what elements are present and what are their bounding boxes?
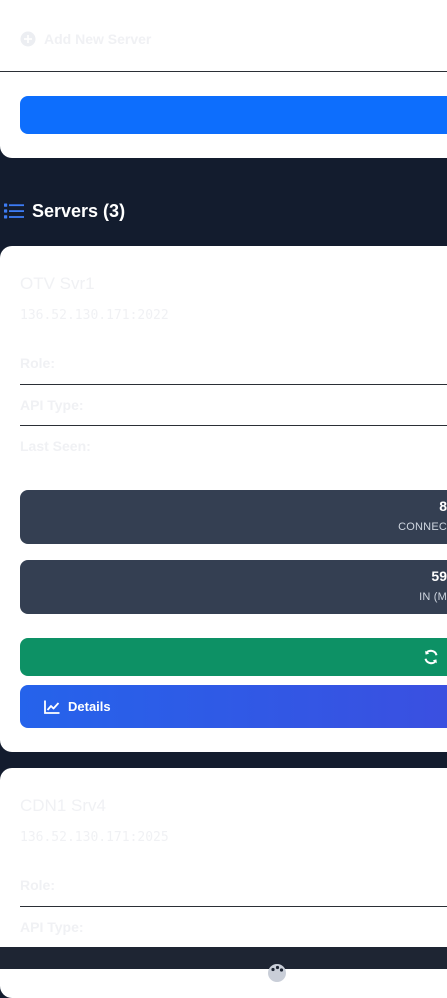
role-label: Role: — [20, 355, 55, 371]
details-button-label: Details — [68, 699, 111, 714]
palette-icon[interactable] — [267, 963, 287, 983]
server-card: OTV Svr1 136.52.130.171:2022 Role: API T… — [0, 246, 447, 752]
bottom-nav-bar — [0, 947, 447, 982]
stat-label: IN (M — [419, 591, 447, 603]
refresh-button[interactable] — [20, 638, 447, 676]
field-divider — [20, 906, 447, 907]
last-seen-label: Last Seen: — [20, 438, 91, 454]
chart-line-icon — [44, 700, 60, 714]
field-divider — [20, 425, 447, 426]
server-name: OTV Svr1 — [20, 274, 95, 293]
server-name: CDN1 Srv4 — [20, 796, 106, 815]
server-address: 136.52.130.171:2022 — [20, 308, 169, 323]
stat-value: 8 — [439, 498, 447, 514]
stat-tile-in: 59 IN (M — [20, 560, 447, 614]
add-server-submit-button[interactable] — [20, 96, 447, 134]
stat-label: CONNEC — [398, 521, 447, 533]
list-icon — [4, 202, 24, 220]
sync-icon — [423, 649, 439, 665]
servers-heading: Servers (3) — [4, 200, 125, 222]
add-server-header[interactable]: Add New Server — [20, 28, 151, 50]
servers-heading-title: Servers (3) — [32, 200, 126, 221]
stat-tile-connections: 8 CONNEC — [20, 490, 447, 544]
plus-circle-icon — [20, 31, 36, 47]
role-label: Role: — [20, 877, 55, 893]
field-divider — [20, 384, 447, 385]
details-button[interactable]: Details — [20, 685, 447, 728]
server-address: 136.52.130.171:2025 — [20, 830, 169, 845]
api-type-label: API Type: — [20, 397, 84, 413]
api-type-label: API Type: — [20, 919, 84, 935]
add-server-card: Add New Server — [0, 0, 447, 158]
stat-value: 59 — [431, 568, 447, 584]
header-divider — [0, 71, 447, 72]
add-server-title: Add New Server — [44, 31, 152, 47]
